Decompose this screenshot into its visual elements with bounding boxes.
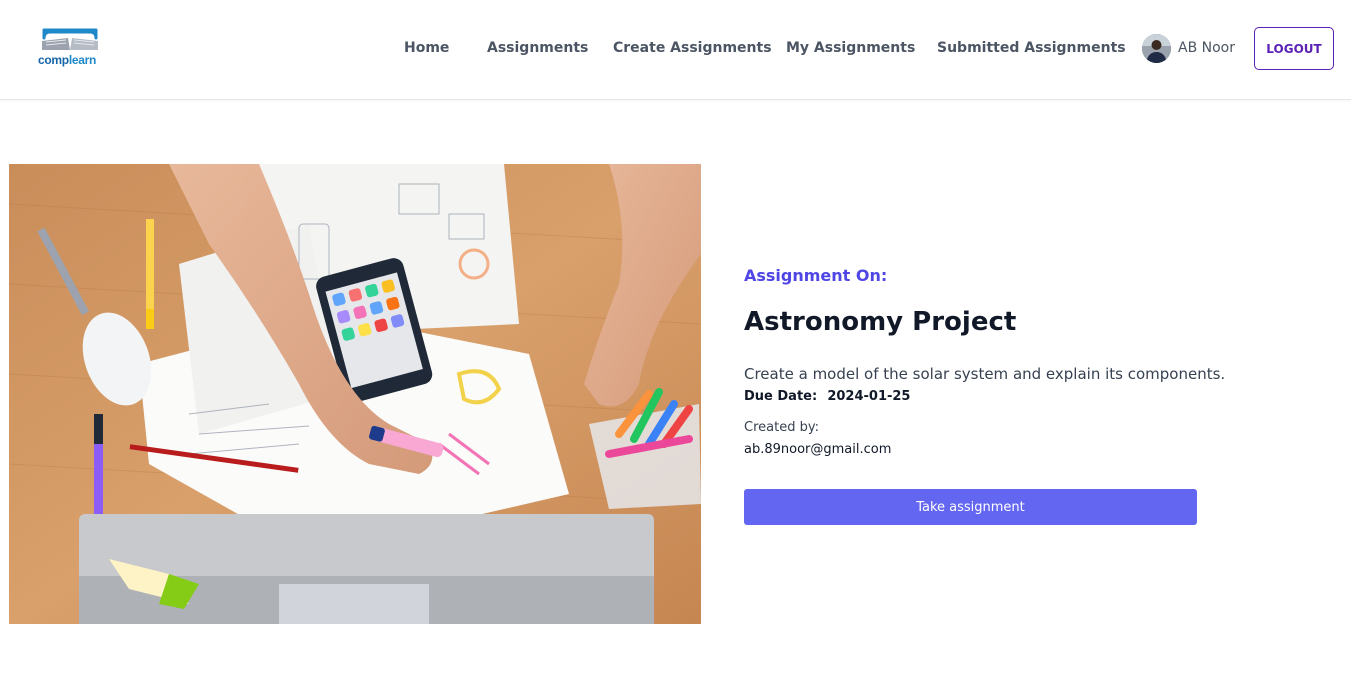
due-date-label: Due Date: (744, 389, 818, 404)
complearn-logo[interactable]: complearn (38, 28, 102, 70)
nav-create-assignments[interactable]: Create Assignments (613, 40, 772, 56)
top-navbar: complearn Home Assignments Create Assign… (0, 0, 1351, 100)
take-assignment-button[interactable]: Take assignment (744, 489, 1197, 525)
nav-my-assignments[interactable]: My Assignments (786, 40, 915, 56)
due-date-value: 2024-01-25 (827, 389, 911, 404)
logo-text-comp: comp (38, 53, 69, 67)
user-name: AB Noor (1178, 40, 1235, 56)
logo-text-learn: learn (68, 53, 96, 67)
user-avatar[interactable] (1142, 34, 1171, 63)
nav-home[interactable]: Home (404, 40, 449, 56)
desk-workspace-photo (9, 164, 701, 624)
user-avatar-icon (1142, 34, 1171, 63)
open-book-icon (42, 28, 98, 50)
assignment-image (9, 164, 701, 624)
nav-assignments[interactable]: Assignments (487, 40, 588, 56)
assignment-title: Astronomy Project (744, 307, 1017, 337)
nav-submitted-assignments[interactable]: Submitted Assignments (937, 40, 1126, 56)
assignment-description: Create a model of the solar system and e… (744, 365, 1226, 383)
assignment-on-label: Assignment On: (744, 266, 888, 285)
created-by-email: ab.89noor@gmail.com (744, 442, 892, 457)
due-date-row: Due Date: 2024-01-25 (744, 389, 910, 404)
created-by-label: Created by: (744, 420, 819, 435)
logout-button[interactable]: LOGOUT (1254, 27, 1334, 70)
